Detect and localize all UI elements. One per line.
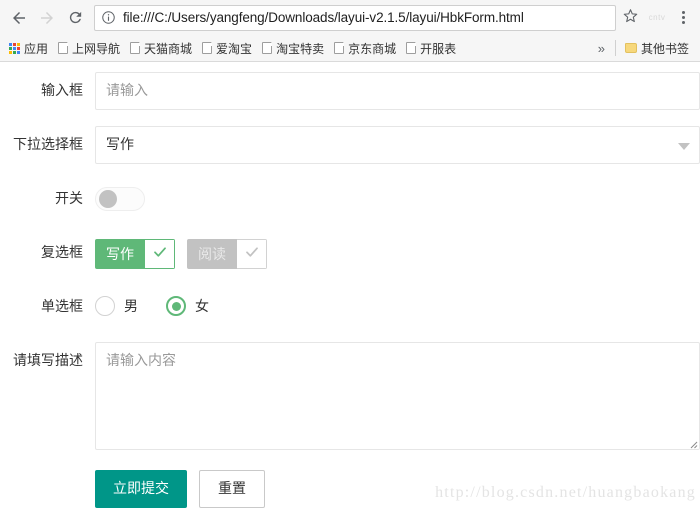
select-value[interactable]: 写作 [95,126,700,164]
bookmarks-bar: 应用 上网导航 天猫商城 爱淘宝 淘宝特卖 京东商城 开服表 » 其他书签 [0,35,700,62]
input-block [95,72,700,110]
checkbox-text: 阅读 [187,239,237,269]
radio-circle-selected-icon [166,296,186,316]
bookmark-label: 开服表 [420,41,457,56]
radio-group: 男 女 [95,288,700,316]
description-textarea[interactable] [95,342,700,450]
checkbox-read: 阅读 [187,239,267,269]
forward-arrow-icon [38,9,56,27]
back-arrow-icon [10,9,28,27]
bookmark-label: 京东商城 [348,41,397,56]
radio-circle-icon [95,296,115,316]
bookmark-label: 爱淘宝 [216,41,253,56]
form-item-textarea: 请填写描述 [0,342,700,450]
folder-icon [624,43,637,53]
bookmark-item-apps[interactable]: 应用 [4,38,53,59]
input-label: 输入框 [41,83,83,99]
layui-form: 输入框 下拉选择框 写作 开关 [0,62,700,508]
address-bar[interactable]: file:///C:/Users/yangfeng/Downloads/layu… [94,4,616,31]
extension-icon[interactable]: cntv [642,13,672,22]
buttons-label-spacer [0,466,95,484]
bookmarks-overflow-button[interactable]: » [592,41,611,56]
text-input[interactable] [95,72,700,110]
select-label: 下拉选择框 [13,137,83,153]
radio-block: 男 女 [95,288,700,316]
textarea-wrapper [95,342,700,450]
menu-dot-icon [681,11,685,14]
radio-female[interactable]: 女 [166,296,209,316]
bookmark-label: 天猫商城 [144,41,193,56]
form-item-checkbox: 复选框 写作 阅读 [0,234,700,272]
page-icon [202,42,213,54]
bookmark-item-2[interactable]: 天猫商城 [125,38,197,59]
submit-button[interactable]: 立即提交 [95,470,187,508]
page-icon [58,42,69,54]
bookmark-item-1[interactable]: 上网导航 [53,38,125,59]
reload-button[interactable] [62,5,88,31]
switch-label: 开关 [55,191,83,207]
checkbox-group: 写作 阅读 [95,234,700,269]
select-block: 写作 [95,126,700,164]
bookmark-label: 其他书签 [640,41,689,56]
radio-text: 女 [195,299,209,315]
form-item-input: 输入框 [0,72,700,110]
back-button[interactable] [6,5,32,31]
form-item-switch: 开关 [0,180,700,218]
form-item-select: 下拉选择框 写作 [0,126,700,164]
bookmark-star-button[interactable] [618,6,642,30]
page-icon [406,42,417,54]
bookmark-item-3[interactable]: 爱淘宝 [197,38,257,59]
browser-toolbar: file:///C:/Users/yangfeng/Downloads/layu… [0,0,700,35]
textarea-label: 请填写描述 [13,353,83,369]
bookmark-item-6[interactable]: 开服表 [401,38,461,59]
page-icon [262,42,273,54]
select-wrapper[interactable]: 写作 [95,126,700,164]
bookmark-item-5[interactable]: 京东商城 [329,38,401,59]
bookmark-item-other[interactable]: 其他书签 [620,38,694,59]
bookmark-item-4[interactable]: 淘宝特卖 [257,38,329,59]
url-text: file:///C:/Users/yangfeng/Downloads/layu… [123,10,524,25]
switch-knob [99,190,117,208]
reset-button[interactable]: 重置 [199,470,265,508]
switch-block [95,180,700,213]
forward-button[interactable] [34,5,60,31]
menu-dot-icon [681,16,685,19]
check-icon [152,244,168,265]
browser-window: file:///C:/Users/yangfeng/Downloads/layu… [0,0,700,508]
bookmark-label: 上网导航 [72,41,121,56]
radio-male[interactable]: 男 [95,296,138,316]
bookmark-label: 应用 [24,41,49,56]
browser-menu-button[interactable] [672,5,694,31]
bookmark-label: 淘宝特卖 [276,41,325,56]
page-icon [334,42,345,54]
checkbox-label: 复选框 [41,245,83,261]
radio-text: 男 [124,299,138,315]
bookmarks-overflow-area: » 其他书签 [592,38,696,59]
radio-label: 单选框 [41,299,83,315]
page-icon [130,42,141,54]
textarea-block [95,342,700,450]
bookmarks-divider [614,40,616,56]
reload-icon [67,9,84,26]
menu-dot-icon [681,21,685,24]
checkbox-write[interactable]: 写作 [95,239,175,269]
check-icon [244,244,260,265]
watermark-text: http://blog.csdn.net/huangbaokang [435,484,696,501]
checkbox-box [145,239,175,269]
apps-grid-icon [9,42,20,54]
checkbox-box [237,239,267,269]
checkbox-text: 写作 [95,239,145,269]
star-icon [622,7,639,29]
page-viewport: 输入框 下拉选择框 写作 开关 [0,62,700,508]
site-info-icon[interactable] [101,10,116,25]
form-item-radio: 单选框 男 女 [0,288,700,326]
checkbox-block: 写作 阅读 [95,234,700,269]
chevron-down-icon [678,143,690,150]
toggle-switch[interactable] [95,187,145,211]
